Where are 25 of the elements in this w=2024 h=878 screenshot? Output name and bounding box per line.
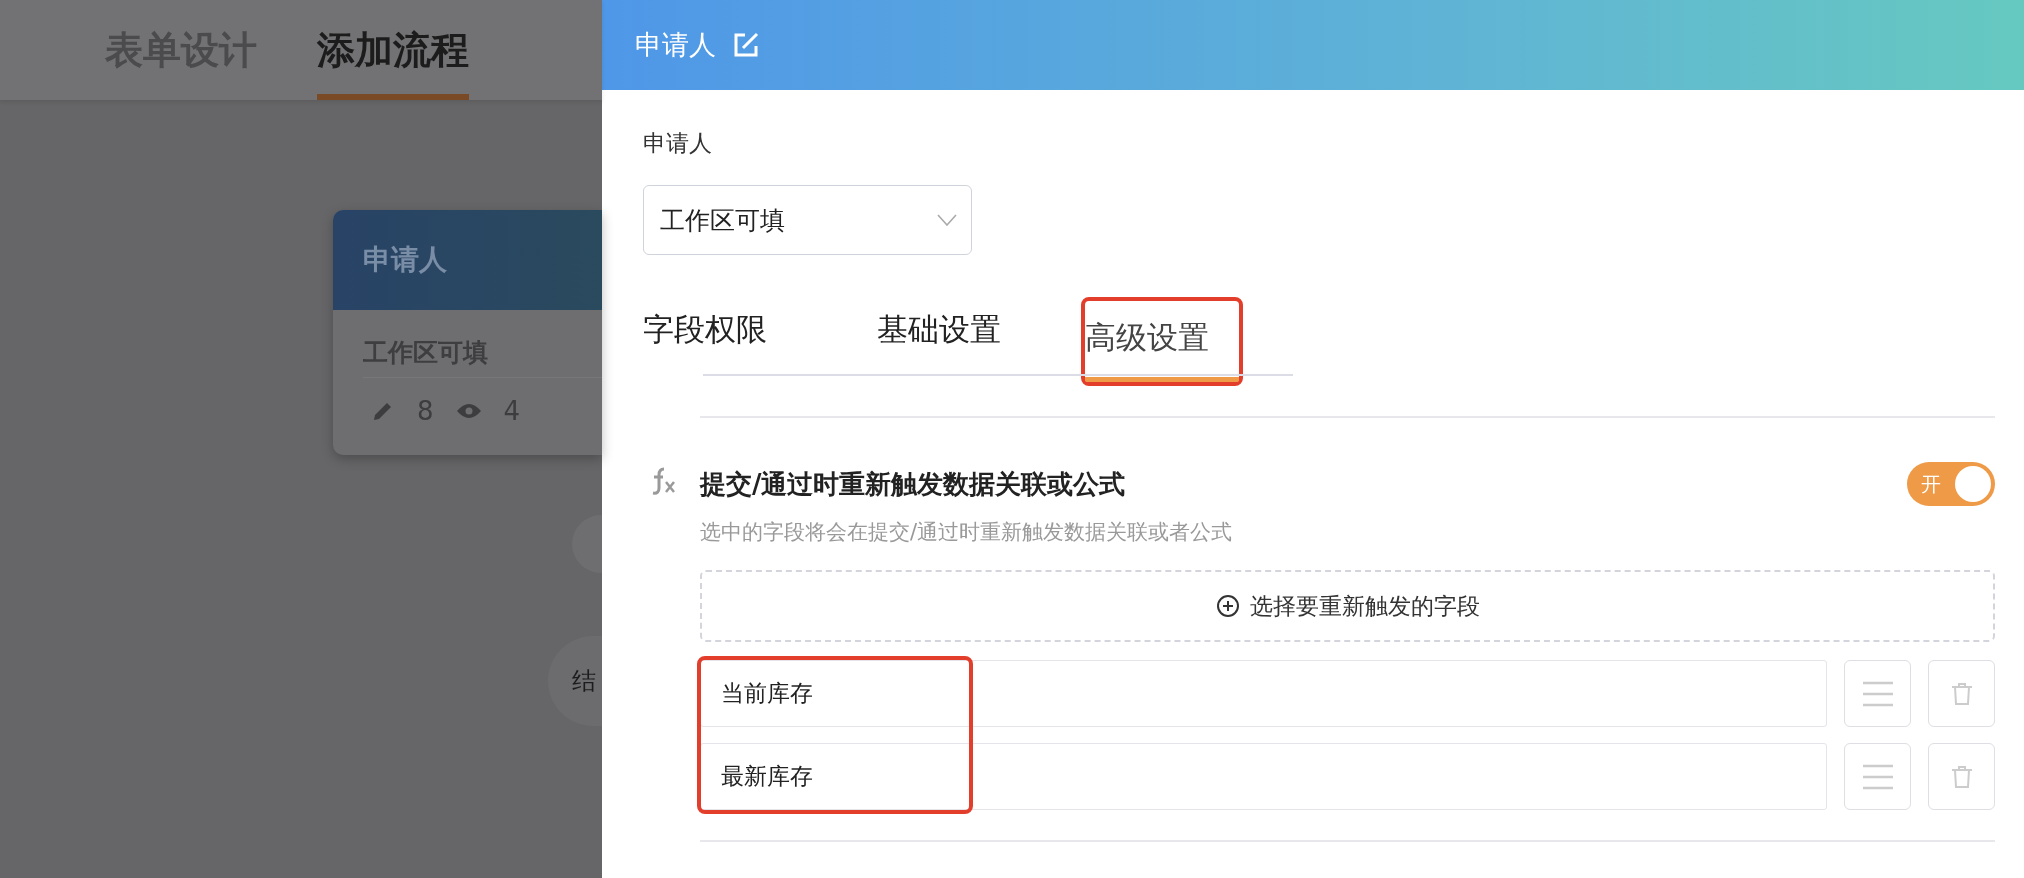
- add-field-button[interactable]: 选择要重新触发的字段: [700, 570, 1995, 642]
- chevron-down-icon: [937, 214, 957, 226]
- drag-handle-button[interactable]: [1844, 743, 1911, 810]
- drawer-title: 申请人: [635, 28, 716, 62]
- permission-select[interactable]: 工作区可填: [643, 185, 972, 255]
- node-title: 申请人: [333, 210, 602, 310]
- tab[interactable]: 添加流程: [317, 0, 469, 100]
- drag-handle-button[interactable]: [1844, 660, 1911, 727]
- menu-icon: [1860, 679, 1895, 708]
- plus-circle-icon: [1215, 594, 1240, 618]
- eye-icon: [455, 402, 482, 420]
- trash-icon: [1950, 764, 1973, 789]
- delete-button[interactable]: [1928, 743, 1995, 810]
- field-name[interactable]: 最新库存: [700, 743, 1827, 810]
- setting-title: 提交/通过时重新触发数据关联或公式: [700, 467, 1127, 501]
- field-name[interactable]: 当前库存: [700, 660, 1827, 727]
- end-node: 结: [548, 636, 602, 726]
- delete-button[interactable]: [1928, 660, 1995, 727]
- menu-icon: [1860, 762, 1895, 791]
- setting-description: 选中的字段将会在提交/通过时重新触发数据关联或者公式: [700, 519, 1234, 546]
- tab[interactable]: 字段权限: [643, 299, 797, 374]
- trash-icon: [1950, 681, 1973, 706]
- tab[interactable]: 基础设置: [847, 299, 1031, 374]
- edit-icon[interactable]: [732, 31, 760, 59]
- field-label: 申请人: [643, 129, 713, 158]
